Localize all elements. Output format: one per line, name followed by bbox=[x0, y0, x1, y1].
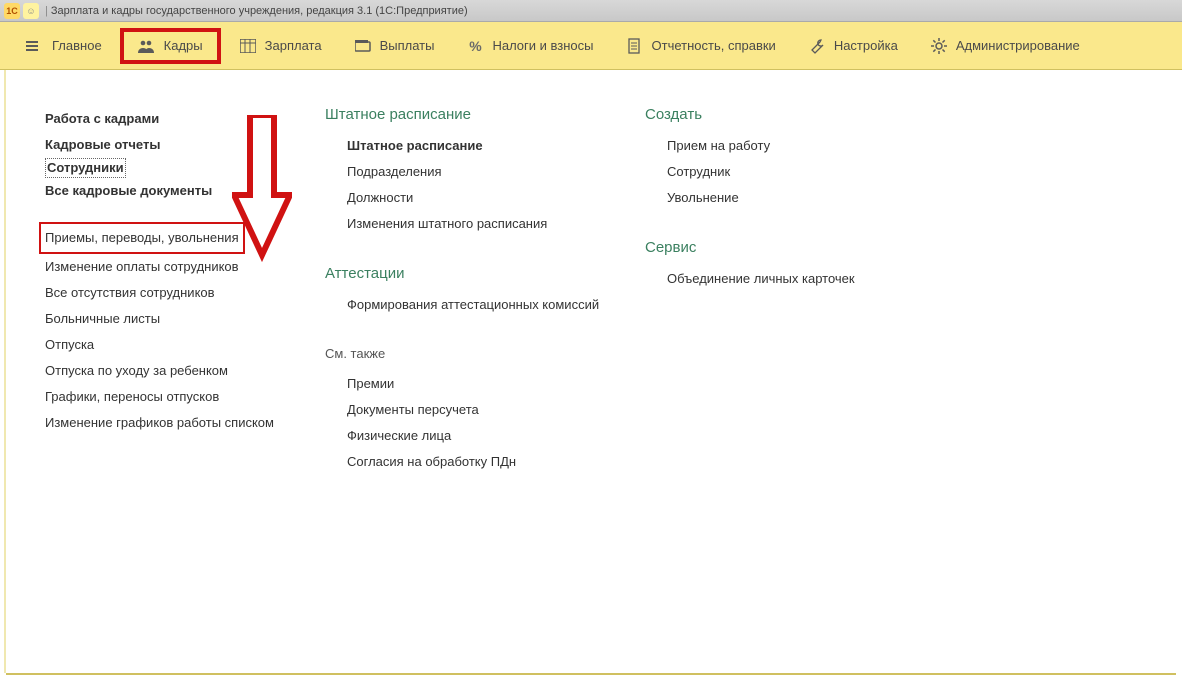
content-panel: Работа с кадрами Кадровые отчеты Сотрудн… bbox=[0, 70, 1182, 503]
menu-salary[interactable]: Зарплата bbox=[225, 32, 336, 60]
menu-reports[interactable]: Отчетность, справки bbox=[612, 32, 790, 60]
link-create-employee[interactable]: Сотрудник bbox=[667, 159, 945, 185]
menu-label: Кадры bbox=[164, 38, 203, 53]
middle-column: Штатное расписание Штатное расписание По… bbox=[325, 106, 645, 503]
heading-see-also: См. также bbox=[325, 346, 645, 361]
table-icon bbox=[239, 38, 257, 54]
link-create-hire[interactable]: Прием на работу bbox=[667, 133, 945, 159]
menu-label: Настройка bbox=[834, 38, 898, 53]
link-pdn-consent[interactable]: Согласия на обработку ПДн bbox=[347, 449, 645, 475]
nav-sick-leaves[interactable]: Больничные листы bbox=[45, 306, 325, 332]
heading-service[interactable]: Сервис bbox=[645, 239, 945, 256]
nav-all-absences[interactable]: Все отсутствия сотрудников bbox=[45, 280, 325, 306]
link-departments[interactable]: Подразделения bbox=[347, 159, 645, 185]
menu-taxes[interactable]: % Налоги и взносы bbox=[452, 32, 607, 60]
nav-employees[interactable]: Сотрудники bbox=[45, 158, 126, 178]
heading-attestation[interactable]: Аттестации bbox=[325, 265, 645, 282]
nav-pay-change[interactable]: Изменение оплаты сотрудников bbox=[45, 254, 325, 280]
left-border bbox=[4, 70, 6, 673]
menu-label: Администрирование bbox=[956, 38, 1080, 53]
menu-main[interactable]: Главное bbox=[12, 32, 116, 60]
menu-label: Выплаты bbox=[380, 38, 435, 53]
service-section: Сервис Объединение личных карточек bbox=[645, 239, 945, 292]
heading-create[interactable]: Создать bbox=[645, 106, 945, 123]
menu-admin[interactable]: Администрирование bbox=[916, 32, 1094, 60]
link-individuals[interactable]: Физические лица bbox=[347, 423, 645, 449]
title-separator: | bbox=[45, 5, 48, 17]
wallet-icon bbox=[354, 38, 372, 54]
menu-label: Зарплата bbox=[265, 38, 322, 53]
link-staffing-changes[interactable]: Изменения штатного расписания bbox=[347, 211, 645, 237]
gear-icon bbox=[930, 38, 948, 54]
menu-label: Налоги и взносы bbox=[492, 38, 593, 53]
percent-icon: % bbox=[466, 38, 484, 54]
link-staffing-table[interactable]: Штатное расписание bbox=[347, 133, 645, 159]
people-icon bbox=[138, 38, 156, 54]
nav-personnel-reports[interactable]: Кадровые отчеты bbox=[45, 132, 325, 158]
nav-vacation-schedules[interactable]: Графики, переносы отпусков bbox=[45, 384, 325, 410]
window-title: Зарплата и кадры государственного учрежд… bbox=[51, 5, 468, 17]
nav-work-schedule-change[interactable]: Изменение графиков работы списком bbox=[45, 410, 325, 436]
nav-vacations[interactable]: Отпуска bbox=[45, 332, 325, 358]
menu-payments[interactable]: Выплаты bbox=[340, 32, 449, 60]
attestation-section: Аттестации Формирования аттестационных к… bbox=[325, 265, 645, 318]
link-pers-records[interactable]: Документы персучета bbox=[347, 397, 645, 423]
document-icon bbox=[626, 38, 644, 54]
heading-staffing[interactable]: Штатное расписание bbox=[325, 106, 645, 123]
left-group-2: Приемы, переводы, увольнения Изменение о… bbox=[45, 222, 325, 436]
nav-all-personnel-docs[interactable]: Все кадровые документы bbox=[45, 178, 325, 204]
menu-settings[interactable]: Настройка bbox=[794, 32, 912, 60]
nav-hires-transfers-dismissals[interactable]: Приемы, переводы, увольнения bbox=[39, 222, 245, 254]
link-create-dismissal[interactable]: Увольнение bbox=[667, 185, 945, 211]
menu-label: Главное bbox=[52, 38, 102, 53]
see-also-section: См. также Премии Документы персучета Физ… bbox=[325, 346, 645, 475]
main-toolbar: Главное Кадры Зарплата Выплаты % Налоги … bbox=[0, 22, 1182, 70]
menu-personnel[interactable]: Кадры bbox=[120, 28, 221, 64]
nav-childcare-leave[interactable]: Отпуска по уходу за ребенком bbox=[45, 358, 325, 384]
link-merge-cards[interactable]: Объединение личных карточек bbox=[667, 266, 945, 292]
left-column: Работа с кадрами Кадровые отчеты Сотрудн… bbox=[45, 106, 325, 503]
left-group-1: Работа с кадрами Кадровые отчеты Сотрудн… bbox=[45, 106, 325, 204]
wrench-icon bbox=[808, 38, 826, 54]
staffing-section: Штатное расписание Штатное расписание По… bbox=[325, 106, 645, 237]
link-positions[interactable]: Должности bbox=[347, 185, 645, 211]
nav-work-with-personnel[interactable]: Работа с кадрами bbox=[45, 106, 325, 132]
create-section: Создать Прием на работу Сотрудник Увольн… bbox=[645, 106, 945, 211]
right-column: Создать Прием на работу Сотрудник Увольн… bbox=[645, 106, 945, 503]
hamburger-icon bbox=[26, 38, 44, 54]
menu-label: Отчетность, справки bbox=[652, 38, 776, 53]
link-bonuses[interactable]: Премии bbox=[347, 371, 645, 397]
link-attestation-commission[interactable]: Формирования аттестационных комиссий bbox=[347, 292, 645, 318]
bottom-border bbox=[6, 673, 1176, 675]
title-bar: 1C ☺ | Зарплата и кадры государственного… bbox=[0, 0, 1182, 22]
app-logo-1c-icon: 1C bbox=[4, 3, 20, 19]
app-smile-icon: ☺ bbox=[23, 3, 39, 19]
